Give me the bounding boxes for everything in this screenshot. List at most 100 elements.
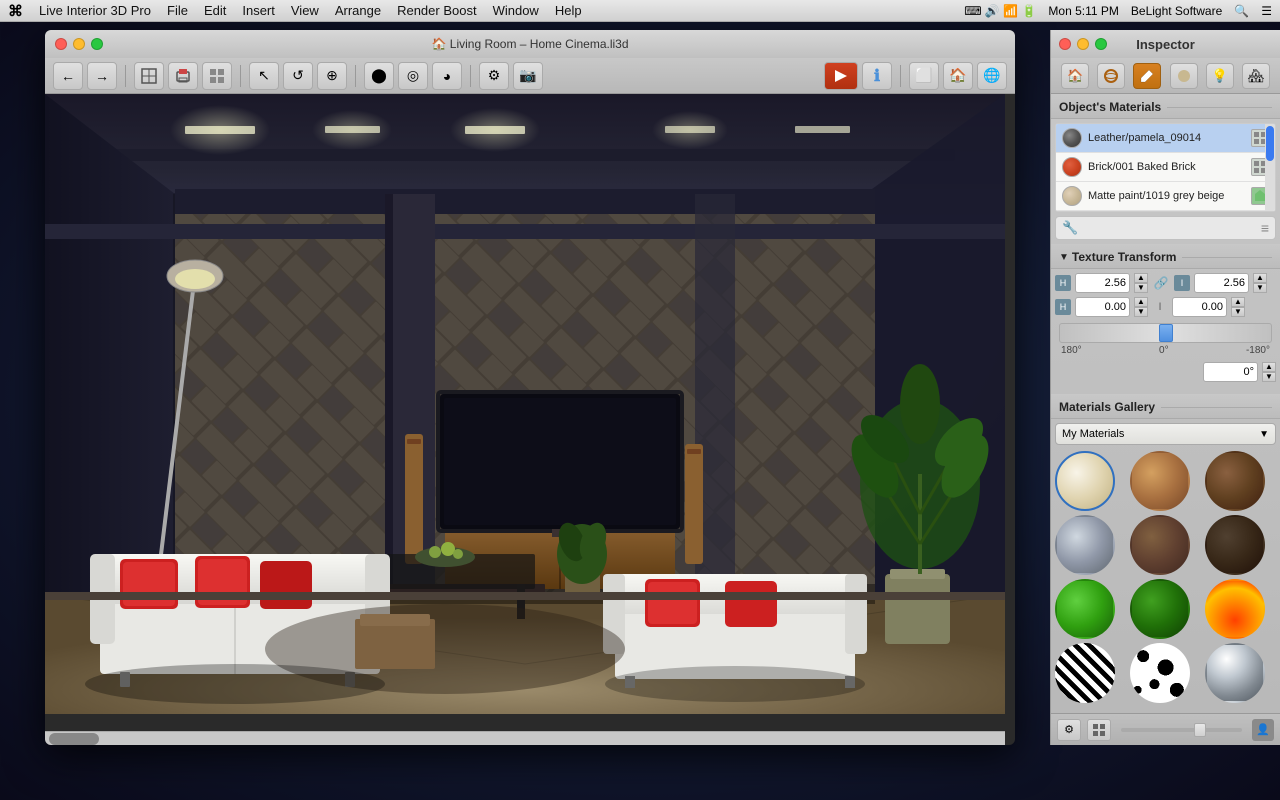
menu-insert[interactable]: Insert (242, 3, 275, 18)
inspector-zoom-slider[interactable] (1121, 728, 1242, 732)
gallery-item-spots[interactable] (1130, 643, 1190, 703)
gallery-dropdown-value: My Materials (1062, 428, 1124, 440)
scale-h-up[interactable]: ▲ (1134, 273, 1148, 283)
menu-render[interactable]: Render Boost (397, 3, 477, 18)
gallery-grid (1055, 451, 1276, 703)
scale-v-stepper[interactable]: ▲ ▼ (1253, 273, 1267, 293)
scale-v-down[interactable]: ▼ (1253, 283, 1267, 293)
gallery-item-metal[interactable] (1055, 515, 1115, 575)
gallery-item-dark-brown[interactable] (1205, 515, 1265, 575)
rotation-down[interactable]: ▼ (1262, 372, 1276, 382)
render-button[interactable]: ◕ (432, 62, 462, 90)
inspector-settings-button[interactable]: ⚙ (1057, 719, 1081, 741)
offset-h-input[interactable]: 0.00 (1075, 297, 1130, 317)
scale-h-down[interactable]: ▼ (1134, 283, 1148, 293)
camera2-button[interactable]: ◎ (398, 62, 428, 90)
link-icon[interactable]: 🔗 (1152, 274, 1170, 292)
materials-scrollbar[interactable] (1265, 124, 1275, 211)
window-close-button[interactable] (55, 38, 67, 50)
scale-row: H 2.56 ▲ ▼ 🔗 I 2.56 ▲ ▼ (1055, 273, 1276, 293)
gallery-item-cream[interactable] (1055, 451, 1115, 511)
gallery-item-chrome[interactable] (1205, 643, 1265, 703)
inspector-tab-light[interactable]: 💡 (1206, 63, 1234, 89)
offset-h-stepper[interactable]: ▲ ▼ (1134, 297, 1148, 317)
horizontal-scrollbar[interactable] (45, 731, 1005, 745)
scale-h-stepper[interactable]: ▲ ▼ (1134, 273, 1148, 293)
inspector-tab-scene[interactable]: 🏘 (1242, 63, 1270, 89)
rotation-stepper[interactable]: ▲ ▼ (1262, 362, 1276, 382)
scale-v-up[interactable]: ▲ (1253, 273, 1267, 283)
material-item-brick[interactable]: Brick/001 Baked Brick (1056, 153, 1275, 182)
gallery-item-brown[interactable] (1130, 515, 1190, 575)
offset-v-down[interactable]: ▼ (1231, 307, 1245, 317)
window-maximize-button[interactable] (91, 38, 103, 50)
menu-edit[interactable]: Edit (204, 3, 226, 18)
inspector-close[interactable] (1059, 38, 1071, 50)
inspector-grid-button[interactable] (1087, 719, 1111, 741)
back-button[interactable]: ← (53, 62, 83, 90)
offset-h-down[interactable]: ▼ (1134, 307, 1148, 317)
inspector-tab-sphere[interactable] (1097, 63, 1125, 89)
gallery-item-zebra[interactable] (1055, 643, 1115, 703)
scrollbar-handle[interactable] (49, 733, 99, 745)
frame-button[interactable]: ⬜ (909, 62, 939, 90)
scale-h-input[interactable]: 2.56 (1075, 273, 1130, 293)
home-button[interactable]: 🏠 (943, 62, 973, 90)
offset-h-up[interactable]: ▲ (1134, 297, 1148, 307)
materials-scrollbar-thumb[interactable] (1266, 126, 1274, 161)
orbit-button[interactable]: ⊕ (317, 62, 347, 90)
forward-button[interactable]: → (87, 62, 117, 90)
gallery-item-wood-light[interactable] (1130, 451, 1190, 511)
menu-window[interactable]: Window (493, 3, 539, 18)
offset-v-stepper[interactable]: ▲ ▼ (1231, 297, 1245, 317)
menu-file[interactable]: File (167, 3, 188, 18)
inspector-tab-material[interactable] (1170, 63, 1198, 89)
record-button[interactable]: ⬤ (364, 62, 394, 90)
gallery-dropdown[interactable]: My Materials ▼ (1055, 423, 1276, 445)
inspector-titlebar: Inspector (1051, 30, 1280, 58)
scale-v-input[interactable]: 2.56 (1194, 273, 1249, 293)
render3d-button[interactable] (824, 62, 858, 90)
inspector-preview-icon[interactable]: 👤 (1252, 719, 1274, 741)
options-icon[interactable]: ☰ (1261, 4, 1272, 18)
menu-help[interactable]: Help (555, 3, 582, 18)
material-item-leather[interactable]: Leather/pamela_09014 (1056, 124, 1275, 153)
gallery-item-wood-dark[interactable] (1205, 451, 1265, 511)
inspector-title: Inspector (1136, 37, 1195, 52)
material-item-matte[interactable]: Matte paint/1019 grey beige (1056, 182, 1275, 211)
floor-plan-button[interactable] (134, 62, 164, 90)
scene-button[interactable]: 🌐 (977, 62, 1007, 90)
info-button[interactable]: ℹ (862, 62, 892, 90)
rotation-up[interactable]: ▲ (1262, 362, 1276, 372)
inspector-tab-brush[interactable] (1133, 63, 1161, 89)
gallery-item-fire[interactable] (1205, 579, 1265, 639)
inspector-zoom-thumb[interactable] (1194, 723, 1206, 737)
rotation-slider[interactable] (1059, 323, 1272, 343)
inspector-minimize[interactable] (1077, 38, 1089, 50)
texture-transform-chevron[interactable]: ▼ (1059, 252, 1069, 263)
offset-v-up[interactable]: ▲ (1231, 297, 1245, 307)
menu-arrange[interactable]: Arrange (335, 3, 381, 18)
window-minimize-button[interactable] (73, 38, 85, 50)
offset-v-input[interactable]: 0.00 (1172, 297, 1227, 317)
inspector-tab-house[interactable]: 🏠 (1061, 63, 1089, 89)
apple-menu[interactable]: ⌘ (8, 2, 23, 20)
pan-button[interactable]: ↺ (283, 62, 313, 90)
inspector-maximize[interactable] (1095, 38, 1107, 50)
menu-app[interactable]: Live Interior 3D Pro (39, 3, 151, 18)
print-button[interactable] (168, 62, 198, 90)
camera-button[interactable]: 📷 (513, 62, 543, 90)
gallery-item-green-bright[interactable] (1055, 579, 1115, 639)
objects-materials-header: Object's Materials (1051, 94, 1280, 119)
search-icon[interactable]: 🔍 (1234, 4, 1249, 18)
rotation-thumb[interactable] (1159, 324, 1173, 342)
menu-view[interactable]: View (291, 3, 319, 18)
gallery-item-green-dark[interactable] (1130, 579, 1190, 639)
rotation-value-input[interactable]: 0° (1203, 362, 1258, 382)
scene-3d[interactable] (45, 94, 1005, 714)
tools-button[interactable]: ⚙ (479, 62, 509, 90)
inspector-panel: Inspector 🏠 💡 🏘 Object's Materials Leath… (1050, 30, 1280, 745)
more-icon[interactable]: ≡ (1261, 220, 1269, 236)
layout-button[interactable] (202, 62, 232, 90)
select-button[interactable]: ↖ (249, 62, 279, 90)
